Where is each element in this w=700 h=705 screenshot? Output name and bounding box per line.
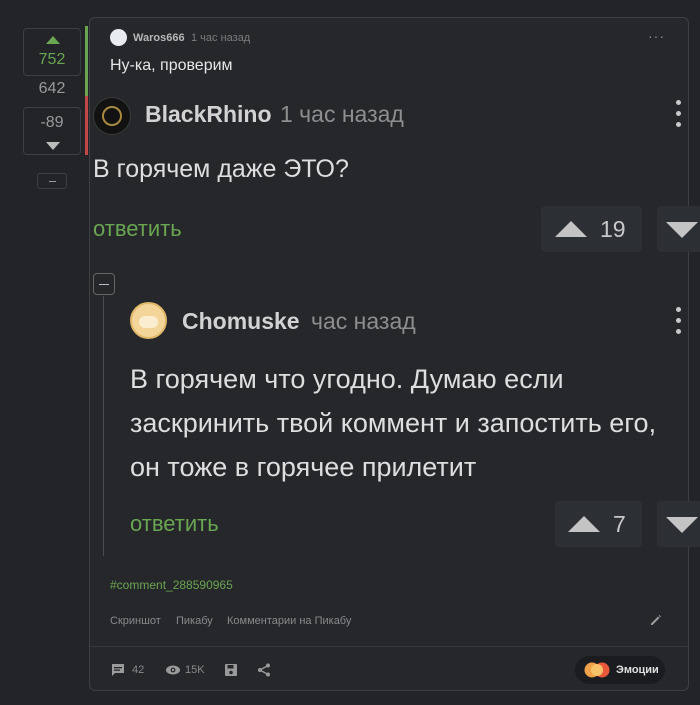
chevron-down-icon [666, 222, 698, 238]
thread-line [103, 296, 104, 556]
quoted-reply-link: ответить [93, 216, 182, 241]
emoji-icon [584, 662, 610, 678]
comments-count: 42 [132, 664, 145, 676]
quoted-time: 1 час назад [280, 101, 404, 127]
divider [90, 646, 688, 647]
avatar[interactable] [110, 29, 127, 46]
emotions-label: Эмоции [616, 664, 659, 676]
comment-author[interactable]: Waros666 [133, 32, 185, 44]
avatar [130, 302, 167, 339]
reply-author: Chomuske [182, 308, 300, 334]
quoted-rating: 19 [600, 216, 626, 242]
vote-up-button[interactable]: 752 [23, 28, 81, 76]
more-icon[interactable]: ··· [648, 28, 665, 44]
reply-reply-link: ответить [130, 511, 219, 536]
footer-link-comments[interactable]: Комментарии на Пикабу [227, 615, 351, 627]
quoted-upvote-button [541, 206, 642, 252]
vote-total: 642 [38, 80, 66, 97]
footer-link-screenshot[interactable]: Скриншот [110, 615, 161, 627]
vote-minus-count: -89 [40, 114, 64, 131]
share-icon[interactable] [256, 662, 272, 678]
quoted-author: BlackRhino [145, 101, 272, 127]
rating-bar-positive [85, 26, 88, 96]
vote-plus-count: 752 [38, 51, 66, 68]
chevron-up-icon [46, 36, 60, 44]
thread-collapse-button [93, 273, 115, 295]
quoted-text: В горячем даже ЭТО? [93, 155, 349, 183]
chevron-up-icon [555, 221, 587, 237]
reply-text: В горячем что угодно. Думаю если заскрин… [130, 364, 657, 482]
eye-icon [166, 665, 180, 675]
kebab-icon [676, 100, 682, 133]
rating-bar-negative [85, 96, 88, 155]
views-count: 15K [185, 664, 205, 676]
kebab-icon [676, 307, 682, 340]
pencil-icon[interactable] [649, 613, 663, 627]
comment-time: 1 час назад [191, 32, 251, 44]
vote-down-button[interactable]: -89 [23, 107, 81, 155]
quoted-downvote-button [657, 206, 700, 252]
reply-time: час назад [311, 308, 416, 334]
reply-rating: 7 [613, 511, 626, 537]
footer-link-pikabu[interactable]: Пикабу [176, 615, 213, 627]
comment-text: Ну-ка, проверим [110, 57, 233, 74]
chevron-down-icon [666, 517, 698, 533]
emotions-button[interactable]: Эмоции [575, 656, 665, 684]
comment-permalink[interactable]: #comment_288590965 [110, 578, 233, 592]
chevron-down-icon [46, 142, 60, 150]
avatar [93, 97, 131, 135]
comment-icon[interactable] [110, 662, 126, 678]
chevron-up-icon [568, 516, 600, 532]
reply-downvote-button [657, 501, 700, 547]
save-icon[interactable] [223, 662, 239, 678]
reply-upvote-button [555, 501, 642, 547]
collapse-button[interactable] [37, 173, 67, 189]
